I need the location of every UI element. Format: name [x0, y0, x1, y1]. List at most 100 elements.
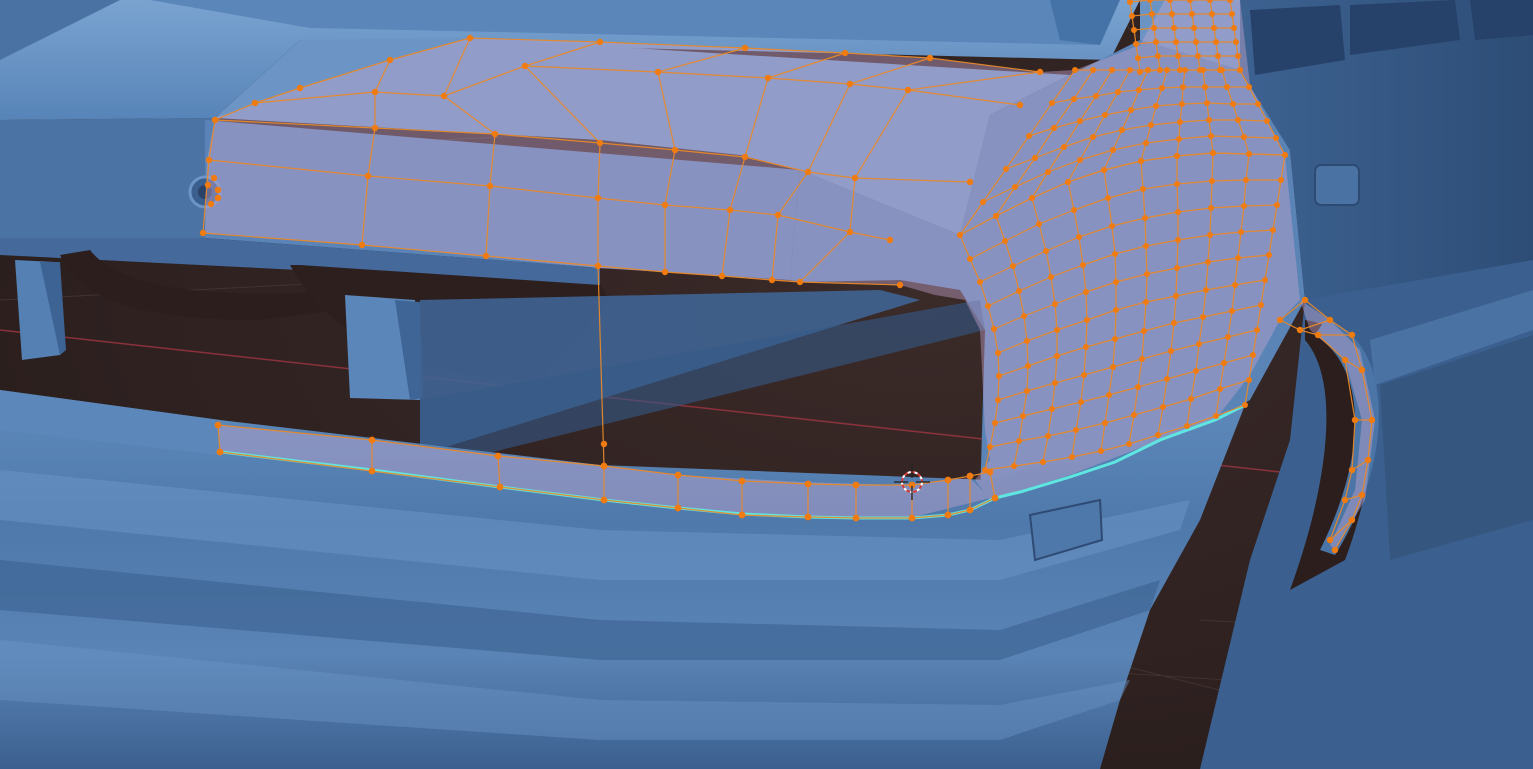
- vertex-icon: [852, 481, 860, 489]
- vertex-icon: [654, 68, 662, 76]
- vertex-icon: [1110, 364, 1116, 370]
- vertex-icon: [993, 213, 999, 219]
- vertex-icon: [1266, 252, 1272, 258]
- vertex-icon: [1052, 380, 1058, 386]
- vertex-icon: [1065, 179, 1071, 185]
- vertex-icon: [774, 211, 782, 219]
- vertex-icon: [494, 452, 502, 460]
- vertex-icon: [1230, 101, 1236, 107]
- vertex-icon: [1078, 399, 1084, 405]
- vertex-icon: [482, 252, 490, 260]
- vertex-icon: [1351, 416, 1359, 424]
- vertex-icon: [1155, 432, 1161, 438]
- vertex-icon: [1208, 133, 1214, 139]
- vertex-icon: [1115, 89, 1121, 95]
- vertex-icon: [1098, 448, 1104, 454]
- vertex-icon: [846, 80, 854, 88]
- vertex-icon: [1142, 215, 1148, 221]
- vertex-icon: [521, 62, 529, 70]
- vertex-icon: [738, 511, 746, 519]
- vertex-icon: [596, 38, 604, 46]
- vertex-icon: [1164, 376, 1170, 382]
- vertex-icon: [841, 49, 849, 57]
- vertex-icon: [1177, 67, 1183, 73]
- vertex-icon: [996, 373, 1002, 379]
- vertex-icon: [1139, 356, 1145, 362]
- vertex-icon: [985, 303, 991, 309]
- vertex-icon: [1157, 67, 1163, 73]
- vertex-icon: [1159, 85, 1165, 91]
- vertex-icon: [1051, 125, 1057, 131]
- vertex-icon: [1012, 184, 1018, 190]
- vertex-icon: [1003, 166, 1009, 172]
- vertex-icon: [1241, 134, 1247, 140]
- vertex-icon: [1174, 265, 1180, 271]
- vertex-icon: [995, 397, 1001, 403]
- vertex-icon: [496, 483, 504, 491]
- vertex-icon: [1225, 334, 1231, 340]
- vertex-icon: [1112, 251, 1118, 257]
- vertex-icon: [1180, 84, 1186, 90]
- vertex-icon: [852, 514, 860, 522]
- vertex-icon: [1071, 207, 1077, 213]
- vertex-icon: [1054, 327, 1060, 333]
- vertex-icon: [1021, 313, 1027, 319]
- vertex-icon: [1144, 271, 1150, 277]
- vertex-icon: [1083, 289, 1089, 295]
- 3d-viewport[interactable]: edit-mode: [0, 0, 1533, 769]
- vertex-icon: [1179, 101, 1185, 107]
- vertex-icon: [1025, 363, 1031, 369]
- vertex-icon: [1314, 331, 1322, 339]
- vertex-icon: [1040, 459, 1046, 465]
- vertex-icon: [1080, 262, 1086, 268]
- vertex-icon: [1235, 117, 1241, 123]
- vertex-icon: [1348, 466, 1356, 474]
- vertex-icon: [1052, 301, 1058, 307]
- vertex-icon: [1061, 144, 1067, 150]
- vertex-icon: [804, 513, 812, 521]
- vertex-icon: [1174, 153, 1180, 159]
- vertex-icon: [1016, 288, 1022, 294]
- vertex-icon: [1204, 100, 1210, 106]
- vertex-icon: [216, 448, 224, 456]
- vertex-icon: [1175, 209, 1181, 215]
- vertex-icon: [1237, 67, 1243, 73]
- vertex-icon: [1242, 402, 1248, 408]
- vertex-icon: [1221, 360, 1227, 366]
- vertex-icon: [1024, 388, 1030, 394]
- vertex-icon: [1250, 352, 1256, 358]
- vertex-icon: [1213, 413, 1219, 419]
- vertex-icon: [214, 194, 222, 202]
- vertex-icon: [957, 232, 963, 238]
- vertex-icon: [741, 153, 749, 161]
- vertex-icon: [1155, 53, 1161, 59]
- vertex-icon: [1093, 93, 1099, 99]
- vertex-icon: [1246, 84, 1252, 90]
- vertex-icon: [1029, 195, 1035, 201]
- vertex-icon: [1368, 416, 1376, 424]
- vertex-icon: [1173, 39, 1179, 45]
- vertex-icon: [1136, 87, 1142, 93]
- vertex-icon: [1010, 263, 1016, 269]
- vertex-icon: [1232, 282, 1238, 288]
- vertex-icon: [1110, 147, 1116, 153]
- vertex-icon: [674, 471, 682, 479]
- vertex-icon: [966, 506, 974, 514]
- vertex-icon: [1048, 274, 1054, 280]
- vertex-icon: [1049, 100, 1055, 106]
- vertex-icon: [1203, 287, 1209, 293]
- vertex-icon: [1246, 377, 1252, 383]
- vertex-icon: [1169, 11, 1175, 17]
- vertex-icon: [1196, 341, 1202, 347]
- vertex-icon: [980, 199, 986, 205]
- vertex-icon: [207, 200, 215, 208]
- vertex-icon: [896, 281, 904, 289]
- vertex-icon: [440, 92, 448, 100]
- vertex-icon: [1140, 186, 1146, 192]
- vertex-icon: [1164, 67, 1170, 73]
- vertex-icon: [214, 421, 222, 429]
- viewport-scene[interactable]: [0, 0, 1533, 769]
- vertex-icon: [1358, 491, 1366, 499]
- vertex-icon: [1145, 67, 1151, 73]
- vertex-icon: [1173, 293, 1179, 299]
